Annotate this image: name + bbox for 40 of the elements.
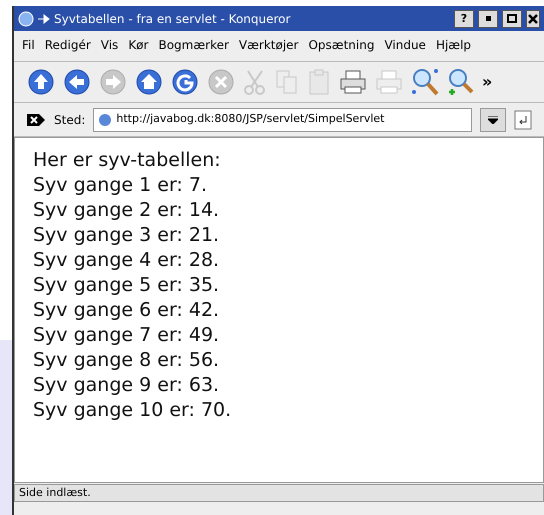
menu-item[interactable]: Vis — [100, 36, 118, 54]
status-bar: Side indlæst. — [14, 484, 544, 502]
go-icon[interactable] — [514, 110, 532, 130]
dropdown-button[interactable] — [480, 108, 506, 132]
address-field[interactable]: http://javabog.dk:8080/JSP/servlet/SimpelServlet — [93, 108, 472, 132]
page-text-line: Syv gange 3 er: 21. — [33, 223, 220, 248]
window-title: Syvtabellen - fra en servlet - Konqueror — [54, 10, 292, 28]
page-text-line: Syv gange 1 er: 7. — [33, 173, 208, 198]
location-label: Sted: — [54, 112, 86, 128]
clear-icon[interactable] — [26, 112, 46, 126]
magnifier-icon[interactable] — [410, 67, 440, 97]
page-text-line: Syv gange 6 er: 42. — [33, 298, 220, 323]
minimize-button[interactable] — [478, 10, 498, 28]
menu-item[interactable]: Værktøjer — [238, 36, 298, 54]
up-icon[interactable] — [26, 67, 56, 97]
menu-item[interactable]: Opsætning — [308, 36, 374, 54]
page-text-line: Syv gange 9 er: 63. — [33, 373, 220, 398]
menu-item[interactable]: Vindue — [384, 36, 426, 54]
maximize-button[interactable] — [502, 10, 522, 28]
menu-item[interactable]: Bogmærker — [158, 36, 229, 54]
page-text-line: Her er syv-tabellen: — [33, 148, 222, 173]
page-text-line: Syv gange 2 er: 14. — [33, 198, 220, 223]
help-button[interactable]: ? — [454, 10, 474, 28]
back-icon[interactable] — [62, 67, 92, 97]
page-text-line: Syv gange 8 er: 56. — [33, 348, 220, 373]
menu-item[interactable]: Fil — [22, 36, 35, 54]
home-icon[interactable] — [134, 67, 164, 97]
page-text-line: Syv gange 5 er: 35. — [33, 273, 220, 298]
globe-icon — [18, 10, 34, 26]
zoom-in-icon[interactable] — [446, 67, 476, 97]
menu-item[interactable]: Kør — [128, 36, 148, 54]
caret-icon — [488, 116, 498, 124]
page-text-line: Syv gange 7 er: 49. — [33, 323, 220, 348]
page-text-line: Syv gange 10 er: 70. — [33, 398, 232, 423]
page-text-line: Syv gange 4 er: 28. — [33, 248, 220, 273]
close-button[interactable] — [526, 10, 540, 28]
menu-item[interactable]: Redigér — [44, 36, 91, 54]
globe-icon — [98, 112, 112, 126]
menu-item[interactable]: Hjælp — [436, 36, 472, 54]
more-button[interactable]: » — [482, 70, 492, 94]
